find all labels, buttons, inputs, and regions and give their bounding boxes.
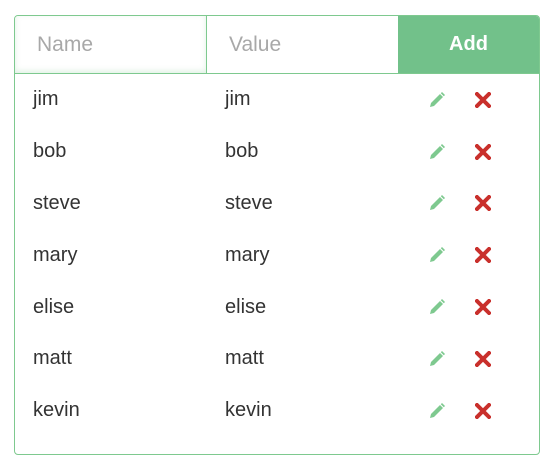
entry-name: bob — [33, 140, 67, 163]
list-item: mary mary — [15, 229, 539, 281]
row-actions — [403, 401, 493, 421]
row-actions — [403, 349, 493, 369]
close-icon[interactable] — [473, 245, 493, 265]
entry-value: kevin — [225, 399, 272, 422]
value-input[interactable] — [207, 16, 398, 73]
list-item: kevin kevin — [15, 385, 539, 437]
entry-name: elise — [33, 295, 75, 318]
entry-name: kevin — [33, 399, 80, 422]
close-icon[interactable] — [473, 297, 493, 317]
close-icon[interactable] — [473, 193, 493, 213]
name-input[interactable] — [15, 16, 207, 73]
entry-value: steve — [225, 191, 273, 214]
name-value-panel: Add jim jim bob bob steve steve — [14, 15, 540, 455]
list-item: elise elise — [15, 281, 539, 333]
add-entry-form: Add — [15, 16, 539, 74]
close-icon[interactable] — [473, 349, 493, 369]
row-actions — [403, 142, 493, 162]
entry-list: jim jim bob bob steve steve mary mary el… — [15, 74, 539, 437]
entry-name: mary — [33, 243, 78, 266]
entry-name: jim — [33, 88, 59, 111]
pencil-icon[interactable] — [427, 349, 447, 369]
row-actions — [403, 245, 493, 265]
close-icon[interactable] — [473, 142, 493, 162]
list-item: steve steve — [15, 178, 539, 230]
entry-value: elise — [225, 295, 267, 318]
pencil-icon[interactable] — [427, 297, 447, 317]
entry-name: steve — [33, 191, 81, 214]
pencil-icon[interactable] — [427, 401, 447, 421]
row-actions — [403, 193, 493, 213]
list-item: matt matt — [15, 333, 539, 385]
add-button[interactable]: Add — [398, 16, 539, 73]
pencil-icon[interactable] — [427, 90, 447, 110]
close-icon[interactable] — [473, 90, 493, 110]
entry-value: jim — [225, 88, 251, 111]
list-item: bob bob — [15, 126, 539, 178]
pencil-icon[interactable] — [427, 245, 447, 265]
list-item: jim jim — [15, 74, 539, 126]
entry-value: mary — [225, 243, 270, 266]
pencil-icon[interactable] — [427, 142, 447, 162]
row-actions — [403, 90, 493, 110]
close-icon[interactable] — [473, 401, 493, 421]
entry-value: bob — [225, 140, 259, 163]
entry-name: matt — [33, 347, 72, 370]
row-actions — [403, 297, 493, 317]
pencil-icon[interactable] — [427, 193, 447, 213]
entry-value: matt — [225, 347, 264, 370]
